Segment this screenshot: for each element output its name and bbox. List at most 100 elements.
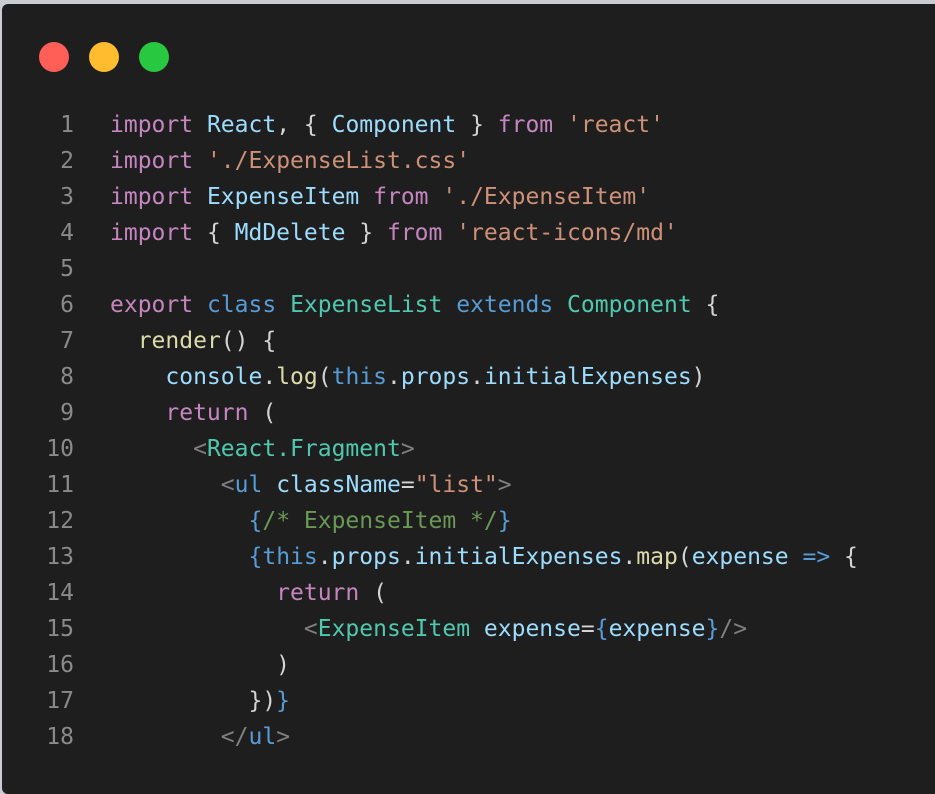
punctuation-token: = xyxy=(580,616,595,642)
punctuation-token: { xyxy=(691,292,720,318)
line-source: {this.props.initialExpenses.map(expense … xyxy=(74,539,857,575)
code-line[interactable]: 1 import React, { Component } from 'react… xyxy=(2,107,858,143)
line-number: 7 xyxy=(60,328,74,354)
tag-bracket-token: < xyxy=(220,472,235,498)
line-number: 2 xyxy=(60,148,74,174)
identifier-token: initialExpenses xyxy=(414,544,623,570)
code-line[interactable]: 9 return ( xyxy=(2,395,858,431)
line-source xyxy=(74,251,110,287)
line-source: import ExpenseItem from './ExpenseItem' xyxy=(74,179,650,215)
code-line[interactable]: 8 console.log(this.props.initialExpenses… xyxy=(2,359,858,395)
code-line[interactable]: 6 export class ExpenseList extends Compon… xyxy=(2,287,858,323)
punctuation-token xyxy=(110,580,276,606)
line-source: return ( xyxy=(74,575,387,611)
keyword-token: export xyxy=(110,292,194,318)
punctuation-token xyxy=(110,544,248,570)
type-token: Component xyxy=(567,292,692,318)
punctuation-token: ( xyxy=(248,400,277,426)
line-number: 9 xyxy=(60,400,74,426)
keyword-token: { xyxy=(248,508,263,534)
keyword-token: from xyxy=(386,220,443,246)
code-line[interactable]: 15 <ExpenseItem expense={expense}/> xyxy=(2,611,858,647)
zoom-icon[interactable] xyxy=(139,42,169,72)
tag-bracket-token: > xyxy=(497,472,512,498)
code-line[interactable]: 14 return ( xyxy=(2,575,858,611)
identifier-token: console xyxy=(165,364,263,390)
punctuation-token xyxy=(110,616,304,642)
punctuation-token: ) xyxy=(691,364,706,390)
line-number: 15 xyxy=(46,616,74,642)
string-token: './ExpenseList.css' xyxy=(206,148,471,174)
punctuation-token: = xyxy=(400,472,415,498)
punctuation-token: ( xyxy=(317,364,332,390)
keyword-token: class xyxy=(206,292,277,318)
code-line[interactable]: 17 })} xyxy=(2,683,858,719)
identifier-token: expense xyxy=(691,544,789,570)
line-source: import React, { Component } from 'react' xyxy=(74,107,664,143)
punctuation-token: ) xyxy=(110,652,291,678)
punctuation-token xyxy=(193,148,207,174)
line-number: 17 xyxy=(46,688,74,714)
code-line[interactable]: 11 <ul className="list"> xyxy=(2,467,858,503)
line-number: 5 xyxy=(60,256,74,282)
function-token: render xyxy=(137,328,221,354)
code-line[interactable]: 16 ) xyxy=(2,647,858,683)
code-line[interactable]: 12 {/* ExpenseItem */} xyxy=(2,503,858,539)
punctuation-token xyxy=(193,112,207,138)
traffic-lights xyxy=(39,42,169,72)
keyword-token: ul xyxy=(248,724,277,750)
line-number: 11 xyxy=(46,472,74,498)
tag-bracket-token: > xyxy=(400,436,415,462)
keyword-token: import xyxy=(110,220,194,246)
keyword-token: import xyxy=(110,148,194,174)
identifier-token: className xyxy=(276,472,401,498)
punctuation-token xyxy=(110,436,193,462)
code-line[interactable]: 3 import ExpenseItem from './ExpenseItem' xyxy=(2,179,858,215)
code-line[interactable]: 13 {this.props.initialExpenses.map(expen… xyxy=(2,539,858,575)
punctuation-token xyxy=(553,112,567,138)
punctuation-token: . xyxy=(386,364,401,390)
code-line[interactable]: 10 <React.Fragment> xyxy=(2,431,858,467)
keyword-token: { xyxy=(594,616,609,642)
tag-bracket-token: /> xyxy=(719,616,748,642)
code-line[interactable]: 4 import { MdDelete } from 'react-icons/m… xyxy=(2,215,858,251)
punctuation-token: { xyxy=(193,220,235,246)
punctuation-token: , { xyxy=(276,112,332,138)
keyword-token: ul xyxy=(234,472,263,498)
function-token: map xyxy=(636,544,678,570)
punctuation-token: . xyxy=(400,544,415,570)
line-source: {/* ExpenseItem */} xyxy=(74,503,511,539)
punctuation-token: } xyxy=(345,220,387,246)
line-number: 14 xyxy=(46,580,74,606)
code-line[interactable]: 5 xyxy=(2,251,858,287)
keyword-token: from xyxy=(373,184,429,210)
type-token: ExpenseList xyxy=(290,292,443,318)
minimize-icon[interactable] xyxy=(89,42,119,72)
line-source: console.log(this.props.initialExpenses) xyxy=(74,359,706,395)
close-icon[interactable] xyxy=(39,42,69,72)
punctuation-token xyxy=(429,184,443,210)
identifier-token: ExpenseItem xyxy=(206,184,360,210)
keyword-token: from xyxy=(497,112,554,138)
string-token: "list" xyxy=(414,472,498,498)
line-number: 4 xyxy=(60,220,74,246)
line-source: <React.Fragment> xyxy=(74,431,415,467)
type-token: React.Fragment xyxy=(206,436,401,462)
type-token: ExpenseItem xyxy=(317,616,471,642)
identifier-token: React xyxy=(206,112,277,138)
punctuation-token xyxy=(110,508,248,534)
code-line[interactable]: 7 render() { xyxy=(2,323,858,359)
identifier-token: Component xyxy=(331,112,457,138)
punctuation-token xyxy=(276,292,290,318)
identifier-token: props xyxy=(400,364,471,390)
code-line[interactable]: 18 </ul> xyxy=(2,719,858,755)
code-window: 1 import React, { Component } from 'react… xyxy=(2,4,935,794)
identifier-token: MdDelete xyxy=(234,220,346,246)
code-editor[interactable]: 1 import React, { Component } from 'react… xyxy=(2,107,858,755)
punctuation-token xyxy=(442,220,456,246)
punctuation-token xyxy=(110,328,138,354)
string-token: 'react-icons/md' xyxy=(456,220,678,246)
string-token: './ExpenseItem' xyxy=(442,184,651,210)
code-line[interactable]: 2 import './ExpenseList.css' xyxy=(2,143,858,179)
keyword-token: } xyxy=(276,688,291,714)
